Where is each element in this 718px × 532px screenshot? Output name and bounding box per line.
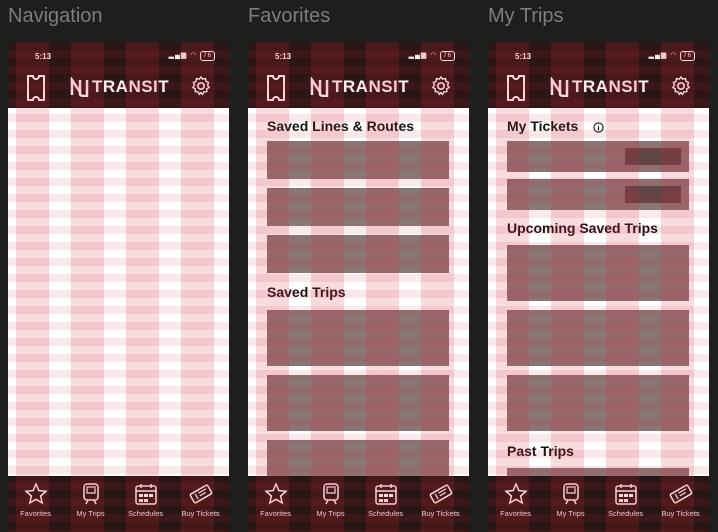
battery-icon: 76 bbox=[440, 51, 455, 61]
nj-logo-mark bbox=[550, 77, 569, 97]
battery-icon: 76 bbox=[680, 51, 695, 61]
tab-label: My Trips bbox=[76, 509, 105, 518]
tab-favorites[interactable]: Favorites bbox=[8, 476, 63, 532]
frame-label-my-trips: My Trips bbox=[488, 5, 564, 27]
upcoming-trip-card[interactable] bbox=[507, 310, 689, 366]
section-title-saved-trips: Saved Trips bbox=[267, 284, 346, 300]
phone-favorites: 5:13 ▂▄▆ ◠ 76 TRANSIT Saved Lines & Rout… bbox=[248, 42, 469, 532]
app-header: 5:13 ▂▄▆ ◠ 76 TRANSIT bbox=[8, 42, 229, 108]
nj-logo-mark bbox=[310, 77, 329, 97]
app-header: 5:13 ▂▄▆ ◠ 76 TRANSIT bbox=[248, 42, 469, 108]
train-icon bbox=[322, 483, 339, 505]
upcoming-trip-card[interactable] bbox=[507, 375, 689, 431]
tab-my-trips[interactable]: My Trips bbox=[303, 476, 358, 532]
signal-icon: ▂▄▆ bbox=[648, 52, 668, 59]
upcoming-trip-card[interactable] bbox=[507, 245, 689, 301]
info-icon[interactable] bbox=[593, 122, 604, 133]
tab-my-trips[interactable]: My Trips bbox=[543, 476, 598, 532]
status-icons: ▂▄▆ ◠ 76 bbox=[169, 51, 215, 61]
tab-label: Schedules bbox=[367, 509, 404, 518]
tab-label: My Trips bbox=[556, 509, 585, 518]
ticket-icon[interactable] bbox=[26, 74, 46, 102]
my-trips-content: My Tickets Upcoming Saved Trips Past Tri… bbox=[488, 108, 709, 476]
tab-buy-tickets[interactable]: Buy Tickets bbox=[653, 476, 708, 532]
gear-icon[interactable] bbox=[670, 75, 692, 97]
tab-label: Favorites bbox=[500, 509, 531, 518]
tab-label: Favorites bbox=[260, 509, 291, 518]
saved-trip-card[interactable] bbox=[267, 375, 449, 431]
tab-my-trips[interactable]: My Trips bbox=[63, 476, 118, 532]
saved-line-card[interactable] bbox=[267, 188, 449, 226]
wifi-icon: ◠ bbox=[430, 52, 438, 59]
saved-trip-card[interactable] bbox=[267, 310, 449, 366]
calendar-icon bbox=[374, 484, 397, 505]
status-time: 5:13 bbox=[35, 52, 52, 61]
tab-bar: Favorites My Trips Schedules Buy Tickets bbox=[8, 476, 229, 532]
phone-my-trips: 5:13 ▂▄▆ ◠ 76 TRANSIT My Tickets Upcomin… bbox=[488, 42, 709, 532]
tab-schedules[interactable]: Schedules bbox=[358, 476, 413, 532]
wifi-icon: ◠ bbox=[670, 52, 678, 59]
logo-text: TRANSIT bbox=[332, 77, 410, 96]
calendar-icon bbox=[134, 484, 157, 505]
tab-bar: Favorites My Trips Schedules Buy Tickets bbox=[248, 476, 469, 532]
tab-label: Favorites bbox=[20, 509, 51, 518]
section-title-past-trips: Past Trips bbox=[507, 443, 574, 459]
gear-icon[interactable] bbox=[430, 75, 452, 97]
calendar-icon bbox=[614, 484, 637, 505]
section-title-my-tickets: My Tickets bbox=[507, 118, 579, 134]
tab-label: My Trips bbox=[316, 509, 345, 518]
ticket-status-tag bbox=[625, 148, 681, 165]
logo-text: TRANSIT bbox=[92, 77, 170, 96]
tab-favorites[interactable]: Favorites bbox=[488, 476, 543, 532]
tab-buy-tickets[interactable]: Buy Tickets bbox=[413, 476, 468, 532]
ticket-card[interactable] bbox=[507, 179, 689, 210]
nj-logo-mark bbox=[70, 77, 89, 97]
star-icon bbox=[503, 482, 528, 505]
ticket-status-tag bbox=[625, 186, 681, 203]
ticket-icon[interactable] bbox=[506, 74, 526, 102]
tab-favorites[interactable]: Favorites bbox=[248, 476, 303, 532]
tab-buy-tickets[interactable]: Buy Tickets bbox=[173, 476, 228, 532]
tab-label: Buy Tickets bbox=[181, 509, 220, 518]
tab-label: Buy Tickets bbox=[661, 509, 700, 518]
ticket-icon bbox=[189, 484, 212, 504]
app-header: 5:13 ▂▄▆ ◠ 76 TRANSIT bbox=[488, 42, 709, 108]
saved-line-card[interactable] bbox=[267, 141, 449, 179]
signal-icon: ▂▄▆ bbox=[168, 52, 188, 59]
status-icons: ▂▄▆ ◠ 76 bbox=[409, 51, 455, 61]
frame-label-navigation: Navigation bbox=[8, 5, 103, 27]
phone-navigation: 5:13 ▂▄▆ ◠ 76 TRANSIT Favorites My Trips bbox=[8, 42, 229, 532]
tab-schedules[interactable]: Schedules bbox=[598, 476, 653, 532]
status-icons: ▂▄▆ ◠ 76 bbox=[649, 51, 695, 61]
status-time: 5:13 bbox=[275, 52, 292, 61]
ticket-icon[interactable] bbox=[266, 74, 286, 102]
saved-line-card[interactable] bbox=[267, 235, 449, 273]
past-trip-card[interactable] bbox=[507, 468, 689, 476]
tab-label: Schedules bbox=[127, 509, 164, 518]
tab-label: Buy Tickets bbox=[421, 509, 460, 518]
ticket-icon bbox=[669, 484, 692, 504]
star-icon bbox=[23, 482, 48, 505]
star-icon bbox=[263, 482, 288, 505]
signal-icon: ▂▄▆ bbox=[408, 52, 428, 59]
battery-icon: 76 bbox=[200, 51, 215, 61]
tab-schedules[interactable]: Schedules bbox=[118, 476, 173, 532]
navigation-content bbox=[8, 108, 229, 476]
ticket-card[interactable] bbox=[507, 141, 689, 172]
logo-text: TRANSIT bbox=[572, 77, 650, 96]
wifi-icon: ◠ bbox=[190, 52, 198, 59]
section-title-upcoming-trips: Upcoming Saved Trips bbox=[507, 220, 658, 236]
tab-label: Schedules bbox=[607, 509, 644, 518]
section-title-saved-lines: Saved Lines & Routes bbox=[267, 118, 415, 134]
frame-label-favorites: Favorites bbox=[248, 5, 331, 27]
gear-icon[interactable] bbox=[190, 75, 212, 97]
favorites-content: Saved Lines & Routes Saved Trips bbox=[248, 108, 469, 476]
tab-bar: Favorites My Trips Schedules Buy Tickets bbox=[488, 476, 709, 532]
ticket-icon bbox=[429, 484, 452, 504]
train-icon bbox=[562, 483, 579, 505]
train-icon bbox=[82, 483, 99, 505]
status-time: 5:13 bbox=[515, 52, 532, 61]
saved-trip-card[interactable] bbox=[267, 440, 449, 476]
